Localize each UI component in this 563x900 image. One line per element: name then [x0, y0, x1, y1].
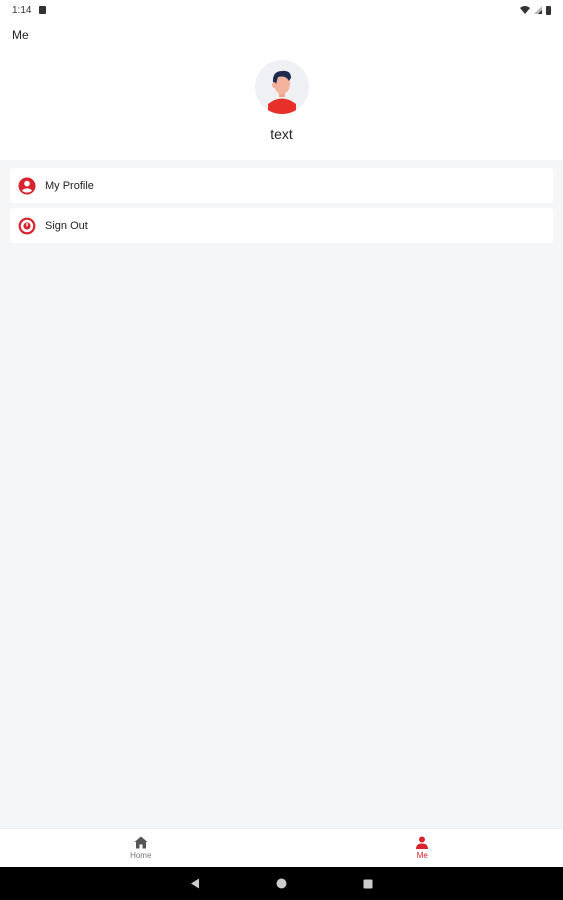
- avatar-illustration-icon: [267, 70, 296, 114]
- status-left: 1:14: [12, 4, 47, 16]
- sign-out-label: Sign Out: [45, 219, 88, 232]
- home-circle-icon[interactable]: [276, 878, 287, 889]
- tab-home[interactable]: Home: [0, 829, 282, 867]
- sign-out-item[interactable]: Sign Out: [10, 208, 553, 243]
- account-circle-icon: [18, 177, 36, 195]
- bottom-nav: Home Me: [0, 828, 563, 867]
- status-bar: 1:14: [0, 0, 563, 20]
- recents-icon[interactable]: [363, 879, 373, 889]
- person-icon: [416, 836, 429, 849]
- battery-icon: [546, 5, 551, 15]
- tab-me[interactable]: Me: [282, 829, 563, 867]
- system-nav-bar: [0, 867, 563, 900]
- my-profile-label: My Profile: [45, 179, 94, 192]
- status-time: 1:14: [12, 4, 32, 16]
- tab-home-label: Home: [130, 851, 152, 860]
- profile-section: text: [0, 60, 563, 160]
- tab-me-label: Me: [416, 851, 428, 860]
- page-title: Me: [12, 28, 29, 42]
- signal-icon: [534, 6, 542, 14]
- sim-card-icon: [39, 6, 47, 14]
- username: text: [270, 126, 293, 142]
- status-right: [520, 5, 551, 15]
- home-icon: [134, 836, 148, 849]
- avatar[interactable]: [254, 60, 309, 114]
- power-icon: [18, 217, 36, 235]
- back-icon[interactable]: [190, 878, 200, 889]
- wifi-icon: [520, 6, 530, 14]
- content-area: My Profile Sign Out: [0, 160, 563, 828]
- my-profile-item[interactable]: My Profile: [10, 168, 553, 203]
